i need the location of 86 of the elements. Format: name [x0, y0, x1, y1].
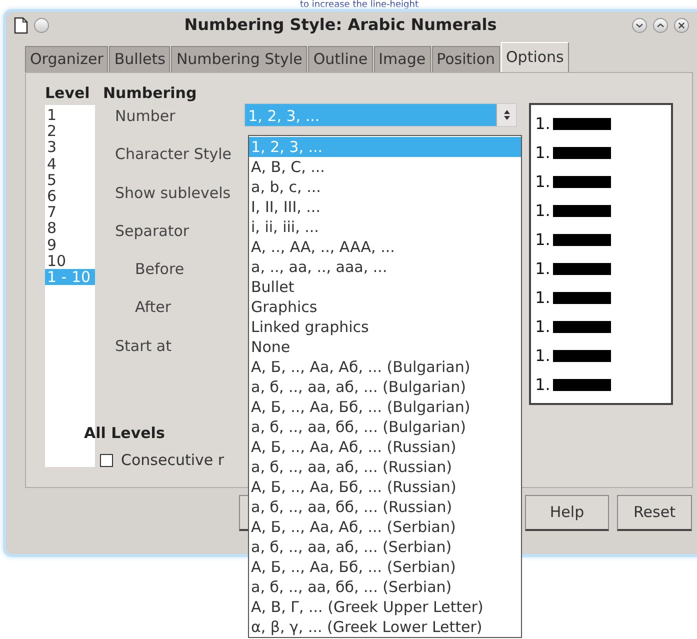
tab[interactable]: Organizer — [25, 46, 108, 72]
text-bar — [553, 146, 612, 158]
text-bar — [553, 176, 612, 188]
list-item[interactable]: 10 — [45, 252, 95, 270]
list-option[interactable]: а, б, .., аа, бб, ... (Bulgarian) — [249, 417, 521, 437]
text-bar — [553, 292, 612, 304]
text-bar — [553, 262, 612, 274]
list-option[interactable]: а, б, .., аа, аб, ... (Serbian) — [249, 537, 521, 557]
list-option[interactable]: А, Б, .., Аа, Аб, ... (Bulgarian) — [249, 357, 521, 377]
list-item[interactable]: 7 — [45, 204, 95, 220]
list-option[interactable]: i, ii, iii, ... — [249, 217, 521, 237]
list-option[interactable]: А, Б, .., Аа, Бб, ... (Russian) — [249, 477, 521, 497]
field-label: Character Style — [115, 145, 232, 164]
list-option[interactable]: а, б, .., аа, бб, ... (Russian) — [249, 497, 521, 517]
list-item[interactable]: 5 — [45, 172, 95, 188]
list-item[interactable]: 2 — [45, 123, 95, 140]
checkbox[interactable] — [100, 454, 113, 467]
list-option[interactable]: A, B, C, ... — [249, 157, 521, 177]
number-text: 1. — [535, 258, 550, 280]
text-bar — [553, 320, 612, 332]
list-option[interactable]: A, .., AA, .., AAA, ... — [249, 237, 521, 257]
text-bar — [553, 204, 612, 216]
number-text: 1. — [535, 344, 550, 366]
chevron-up-icon — [657, 22, 664, 27]
number-text: 1. — [535, 142, 550, 164]
field-label: After — [135, 298, 172, 316]
number-text: 1. — [535, 170, 550, 192]
maximize-button[interactable] — [653, 18, 668, 32]
list-option[interactable]: А, Б, .., Аа, Бб, ... (Bulgarian) — [249, 397, 521, 417]
list-item[interactable]: 3 — [45, 139, 95, 156]
tab[interactable]: Outline — [308, 46, 373, 72]
field-label: Show sublevels — [115, 184, 231, 202]
document-text: to increase the line-height — [300, 0, 418, 10]
section-heading: Level — [45, 83, 90, 104]
tab[interactable]: Bullets — [109, 46, 170, 72]
number-text: 1. — [535, 112, 550, 134]
number-text: 1. — [535, 200, 550, 222]
checkbox-label: Consecutive r — [121, 450, 224, 471]
tab[interactable]: Position — [432, 46, 500, 72]
list-option[interactable]: α, β, γ, ... (Greek Lower Letter) — [249, 617, 521, 637]
menu-button[interactable] — [34, 18, 49, 32]
list-option[interactable]: Linked graphics — [249, 317, 521, 337]
spinner-arrows-icon — [502, 109, 511, 121]
list-option[interactable]: Α, Β, Γ, ... (Greek Upper Letter) — [249, 597, 521, 617]
list-item[interactable]: 1 — [45, 107, 95, 124]
number-text: 1. — [535, 374, 550, 396]
list-option[interactable]: а, б, .., аа, аб, ... (Russian) — [249, 457, 521, 477]
tab[interactable]: Options — [501, 42, 569, 72]
chevron-down-icon — [636, 23, 643, 28]
document-icon[interactable] — [14, 16, 28, 34]
window-title: Numbering Style: Arabic Numerals — [183, 14, 498, 36]
close-button[interactable] — [674, 18, 689, 32]
button[interactable]: Reset — [617, 495, 692, 531]
list-option[interactable]: А, Б, .., Аа, Бб, ... (Serbian) — [249, 557, 521, 577]
number-text: 1. — [535, 286, 550, 308]
button[interactable]: Help — [525, 495, 609, 531]
text-bar — [553, 350, 612, 362]
list-item[interactable]: 4 — [45, 156, 95, 172]
list-option[interactable]: None — [249, 337, 521, 357]
list-option[interactable]: Graphics — [249, 297, 521, 317]
list-option[interactable]: а, б, .., аа, бб, ... (Serbian) — [249, 577, 521, 597]
tab[interactable]: Numbering Style — [171, 46, 308, 72]
list-option[interactable]: a, .., aa, .., aaa, ... — [249, 257, 521, 277]
list-option[interactable]: I, II, III, ... — [249, 197, 521, 217]
list-item[interactable]: 9 — [45, 236, 95, 253]
field-label: Before — [135, 260, 184, 278]
list-option[interactable]: А, Б, .., Аа, Аб, ... (Serbian) — [249, 517, 521, 537]
text-bar — [553, 234, 612, 246]
text-bar — [553, 378, 612, 390]
list-option[interactable]: a, b, c, ... — [249, 177, 521, 197]
list-item[interactable]: 8 — [45, 220, 95, 237]
section-heading: Numbering — [103, 83, 197, 104]
list-option[interactable]: а, б, .., аа, аб, ... (Bulgarian) — [249, 377, 521, 397]
text-bar — [553, 118, 612, 130]
section-heading: All Levels — [84, 423, 165, 444]
list-option[interactable]: А, Б, .., Аа, Аб, ... (Russian) — [249, 437, 521, 457]
field-label: Number — [115, 107, 176, 125]
list-option[interactable]: Bullet — [249, 277, 521, 297]
field-label: Separator — [115, 222, 190, 240]
minimize-button[interactable] — [632, 18, 647, 32]
close-icon — [678, 22, 685, 28]
number-text: 1. — [535, 316, 550, 338]
list-item[interactable]: 6 — [45, 188, 95, 204]
number-text: 1. — [535, 228, 550, 250]
tab[interactable]: Image — [374, 46, 431, 72]
field-label: Start at — [115, 336, 172, 355]
